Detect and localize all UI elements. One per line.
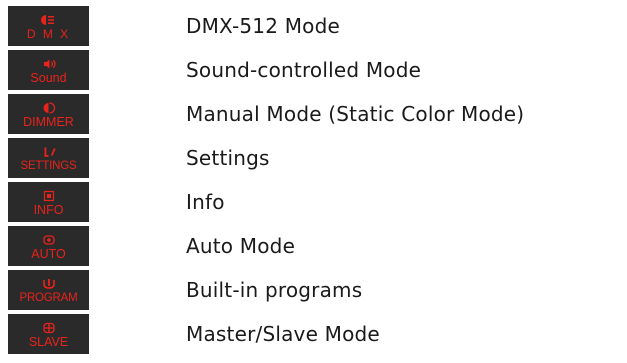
auto-icon [42, 234, 55, 245]
settings-badge-text: SETTINGS [20, 159, 77, 172]
info-icon [43, 190, 54, 201]
built-in-programs-label: Built-in programs [186, 278, 363, 302]
settings-label: Settings [186, 146, 270, 170]
sound-badge: Sound [8, 50, 89, 90]
info-badge-text: INFO [33, 202, 64, 217]
master-slave-mode-label: Master/Slave Mode [186, 322, 380, 346]
legend-row-auto: AUTO Auto Mode [8, 224, 623, 268]
dimmer-badge-text: DIMMER [23, 114, 74, 129]
program-badge-text: PROGRAM [19, 291, 78, 304]
program-icon [42, 278, 55, 289]
slave-badge: SLAVE [8, 314, 89, 354]
legend-row-dimmer: DIMMER Manual Mode (Static Color Mode) [8, 92, 623, 136]
display-mode-legend: D M X DMX-512 Mode Sound Sound-controlle… [8, 4, 623, 356]
program-badge: PROGRAM [8, 270, 89, 310]
settings-icon [44, 147, 55, 157]
dmx-mode-label: DMX-512 Mode [186, 14, 341, 38]
dmx-icon [40, 14, 54, 25]
legend-row-slave: SLAVE Master/Slave Mode [8, 312, 623, 356]
manual-mode-label: Manual Mode (Static Color Mode) [186, 102, 525, 126]
settings-badge: SETTINGS [8, 138, 89, 178]
sound-badge-text: Sound [30, 70, 67, 85]
legend-row-info: INFO Info [8, 180, 623, 224]
auto-badge-text: AUTO [31, 246, 66, 261]
auto-badge: AUTO [8, 226, 89, 266]
auto-mode-label: Auto Mode [186, 234, 296, 258]
dmx-badge-text: D M X [26, 26, 71, 41]
dimmer-badge: DIMMER [8, 94, 89, 134]
slave-icon [42, 322, 55, 333]
legend-row-sound: Sound Sound-controlled Mode [8, 48, 623, 92]
slave-badge-text: SLAVE [28, 334, 69, 349]
info-badge: INFO [8, 182, 89, 222]
sound-icon [43, 59, 56, 68]
dimmer-icon [43, 101, 55, 114]
legend-row-settings: SETTINGS Settings [8, 136, 623, 180]
info-label: Info [186, 190, 225, 214]
sound-mode-label: Sound-controlled Mode [186, 58, 422, 82]
dmx-badge: D M X [8, 6, 89, 46]
legend-row-dmx: D M X DMX-512 Mode [8, 4, 623, 48]
legend-row-program: PROGRAM Built-in programs [8, 268, 623, 312]
